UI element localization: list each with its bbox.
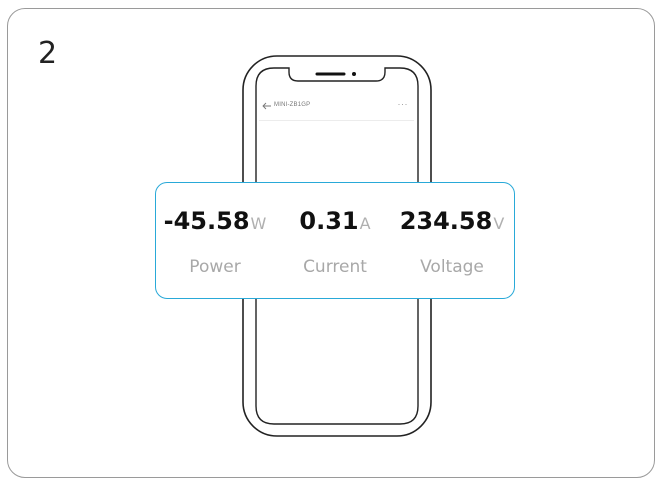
header-divider [259,120,414,121]
metrics-panel: -45.58W Power 0.31A Current 234.58V Volt… [155,182,515,299]
device-name: MINI-ZB1GP [274,102,311,108]
metric-current: 0.31A Current [280,183,390,300]
current-unit: A [359,214,371,233]
power-label: Power [189,257,241,277]
more-icon[interactable]: ··· [398,99,409,109]
voltage-label: Voltage [420,257,484,277]
current-value: 0.31 [299,207,359,235]
power-value: -45.58 [163,207,250,235]
metric-voltage: 234.58V Voltage [397,183,507,300]
back-arrow-icon[interactable] [262,101,272,111]
current-label: Current [303,257,367,277]
voltage-value: 234.58 [399,207,493,235]
camera-icon [352,72,356,76]
power-unit: W [250,214,267,233]
voltage-unit: V [493,214,505,233]
app-header: MINI-ZB1GP ··· [262,99,412,115]
metric-power: -45.58W Power [160,183,270,300]
